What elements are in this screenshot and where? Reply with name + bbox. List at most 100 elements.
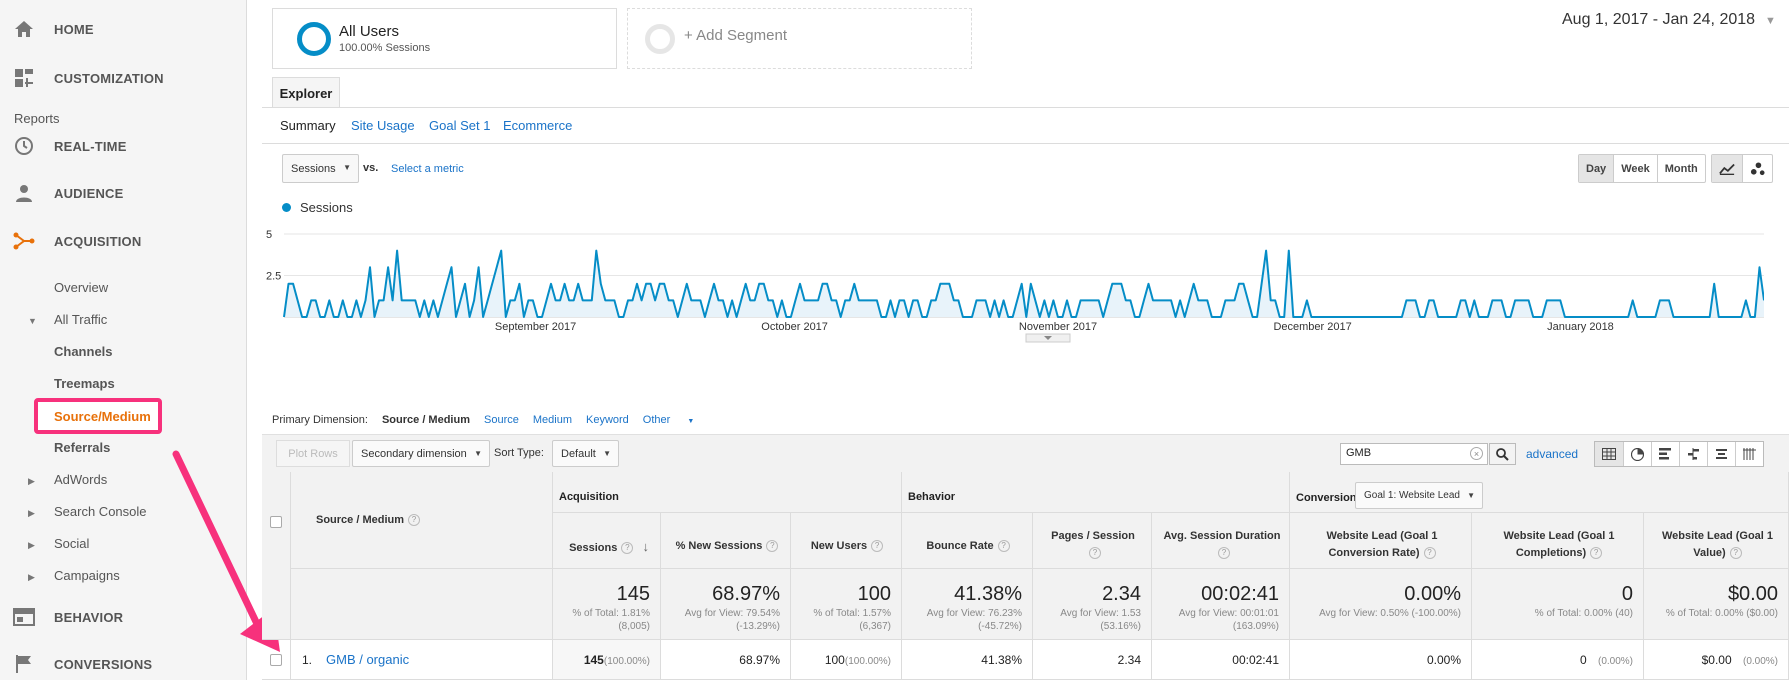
y-tick-label: 5	[266, 229, 272, 241]
person-icon	[12, 183, 36, 203]
motion-chart-icon[interactable]	[1742, 155, 1772, 182]
help-icon[interactable]: ?	[766, 540, 779, 553]
chart-type-buttons	[1711, 154, 1773, 183]
sessions-chart: 5 2.5 September 2017 October 2017 November 2…	[266, 229, 1764, 343]
totals-cell: 0.00% Avg for View: 0.50% (-100.00%)	[1290, 569, 1472, 640]
select-metric-link[interactable]: Select a metric	[391, 163, 464, 175]
collapsed-triangle-icon[interactable]: ▶	[28, 476, 35, 487]
subtab-site-usage[interactable]: Site Usage	[351, 118, 415, 133]
col-value-label: Website Lead (Goal 1 Value)?	[1650, 528, 1785, 562]
totals-cell: 41.38% Avg for View: 76.23% (-45.72%)	[902, 569, 1033, 640]
nav-home[interactable]: HOME	[0, 9, 247, 49]
col-bounce-rate-label: Bounce Rate?	[908, 538, 1028, 555]
tab-explorer[interactable]: Explorer	[272, 77, 340, 108]
dimension-medium-link[interactable]: Medium	[533, 414, 572, 426]
legend-dot	[282, 203, 291, 212]
nav-treemaps[interactable]: Treemaps	[54, 376, 115, 391]
day-button[interactable]: Day	[1579, 155, 1614, 182]
term-cloud-view-icon[interactable]	[1707, 442, 1735, 466]
help-icon[interactable]: ?	[1423, 547, 1436, 560]
goal-select[interactable]: Goal 1: Website Lead ▼	[1355, 482, 1483, 509]
subtab-summary[interactable]: Summary	[280, 118, 336, 133]
totals-cell: 100 % of Total: 1.57% (6,367)	[791, 569, 902, 640]
line-chart-icon[interactable]	[1712, 155, 1742, 182]
row-pages-value: 2.34	[1117, 653, 1141, 667]
nav-source-medium[interactable]: Source/Medium	[34, 398, 162, 434]
week-button[interactable]: Week	[1613, 155, 1657, 182]
sort-down-arrow-icon[interactable]: ↓	[642, 539, 649, 554]
chevron-down-icon: ▼	[343, 163, 351, 172]
performance-view-icon[interactable]	[1651, 442, 1679, 466]
nav-overview[interactable]: Overview	[54, 280, 108, 295]
row-checkbox[interactable]	[270, 654, 282, 666]
col-completions-label: Website Lead (Goal 1 Completions)?	[1484, 528, 1634, 562]
help-icon[interactable]: ?	[621, 542, 634, 555]
total-sub: Avg for View: 76.23% (-45.72%)	[926, 608, 1022, 632]
sort-type-select[interactable]: Default ▼	[552, 440, 619, 467]
nav-social[interactable]: Social	[54, 536, 89, 551]
nav-acquisition[interactable]: ACQUISITION	[0, 221, 247, 261]
collapsed-triangle-icon[interactable]: ▶	[28, 540, 35, 551]
help-icon[interactable]: ?	[408, 514, 421, 527]
nav-search-console[interactable]: Search Console	[54, 504, 147, 519]
behavior-group-label: Behavior	[908, 491, 956, 503]
help-icon[interactable]: ?	[871, 540, 884, 553]
pivot-view-icon[interactable]	[1735, 442, 1763, 466]
collapsed-triangle-icon[interactable]: ▶	[28, 572, 35, 583]
nav-campaigns[interactable]: Campaigns	[54, 568, 120, 583]
nav-realtime[interactable]: REAL-TIME	[0, 126, 247, 166]
totals-dim-cell	[291, 569, 553, 640]
x-tick-label: September 2017	[495, 321, 576, 333]
row-dimension-link[interactable]: GMB / organic	[326, 652, 409, 667]
data-table-view-icon[interactable]	[1595, 442, 1623, 466]
chevron-down-icon: ▼	[603, 449, 611, 458]
metric-select[interactable]: Sessions ▼	[282, 154, 359, 183]
month-button[interactable]: Month	[1656, 155, 1705, 182]
date-range-picker[interactable]: Aug 1, 2017 - Jan 24, 2018 ▼	[1562, 11, 1776, 29]
granularity-buttons: Day Week Month	[1578, 154, 1706, 183]
behavior-group-cell	[902, 472, 1290, 513]
nav-audience[interactable]: AUDIENCE	[0, 173, 247, 213]
home-icon	[12, 19, 36, 39]
sort-type-value: Default	[561, 447, 596, 460]
select-all-checkbox[interactable]	[270, 516, 282, 528]
total-sub: % of Total: 1.57% (6,367)	[813, 608, 891, 632]
dimension-other-dropdown[interactable]: Other ▼	[643, 414, 709, 426]
total-value: 68.97%	[712, 583, 780, 605]
row-new-sessions-cell: 68.97%	[661, 640, 791, 680]
total-value: 0.00%	[1404, 583, 1461, 605]
plot-rows-button[interactable]: Plot Rows	[276, 440, 350, 467]
help-icon[interactable]: ?	[1089, 547, 1101, 560]
advanced-search-link[interactable]: advanced	[1526, 447, 1578, 461]
row-bounce-cell: 41.38%	[902, 640, 1033, 680]
dimension-source-link[interactable]: Source	[484, 414, 519, 426]
dimension-keyword-link[interactable]: Keyword	[586, 414, 629, 426]
search-button[interactable]	[1489, 443, 1516, 465]
subtab-ecommerce[interactable]: Ecommerce	[503, 118, 572, 133]
nav-adwords[interactable]: AdWords	[54, 472, 107, 487]
help-icon[interactable]: ?	[1729, 547, 1742, 560]
nav-channels[interactable]: Channels	[54, 344, 113, 359]
dimension-header[interactable]: Source / Medium?	[316, 512, 421, 529]
total-value: 41.38%	[954, 583, 1022, 605]
clear-search-icon[interactable]: ×	[1470, 447, 1483, 460]
segment-all-users[interactable]: All Users 100.00% Sessions	[272, 8, 617, 69]
comparison-view-icon[interactable]	[1679, 442, 1707, 466]
secondary-dimension-select[interactable]: Secondary dimension ▼	[352, 440, 490, 467]
nav-all-traffic[interactable]: All Traffic	[54, 312, 107, 327]
subtab-goal-set-1[interactable]: Goal Set 1	[429, 118, 490, 133]
help-icon[interactable]: ?	[1590, 547, 1603, 560]
collapsed-triangle-icon[interactable]: ▶	[28, 508, 35, 519]
help-icon[interactable]: ?	[997, 540, 1010, 553]
tab-explorer-label: Explorer	[279, 85, 333, 101]
nav-customization[interactable]: CUSTOMIZATION	[0, 58, 247, 98]
expand-triangle-icon[interactable]: ▼	[28, 316, 37, 326]
pie-view-icon[interactable]	[1623, 442, 1651, 466]
total-value: 100	[857, 583, 891, 605]
nav-referrals[interactable]: Referrals	[54, 440, 110, 455]
chevron-down-icon: ▼	[1765, 15, 1776, 27]
help-icon[interactable]: ?	[1218, 547, 1230, 560]
table-search-input[interactable]: GMB	[1340, 443, 1488, 465]
acquisition-group-label: Acquisition	[559, 491, 619, 503]
add-segment-button[interactable]: + Add Segment	[627, 8, 972, 69]
